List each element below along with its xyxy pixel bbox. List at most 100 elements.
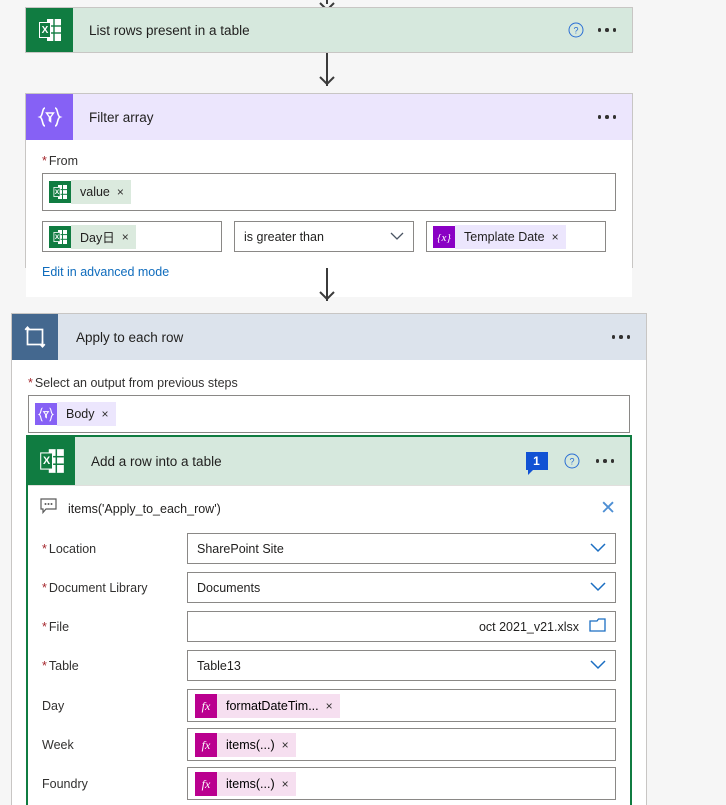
svg-text:?: ? [569, 457, 574, 467]
more-menu-icon[interactable] [611, 335, 630, 339]
required-asterisk: * [42, 541, 47, 556]
filter-array-icon [26, 94, 73, 140]
more-menu-icon[interactable] [597, 115, 616, 119]
condition-row: X Day日 × is greater than {x} Template Da… [42, 221, 616, 252]
card-header[interactable]: Filter array [26, 94, 632, 140]
token-remove-icon[interactable]: × [122, 230, 129, 244]
help-icon[interactable]: ? [568, 22, 584, 38]
function-icon: fx [195, 771, 217, 796]
function-icon: fx [195, 732, 217, 757]
token-body: Body × [57, 402, 116, 426]
param-control: fx formatDateTim... × [187, 689, 616, 722]
foundry-input[interactable]: fx items(...) × [187, 767, 616, 800]
svg-text:{x}: {x} [437, 232, 451, 244]
location-dropdown[interactable]: SharePoint Site [187, 533, 616, 564]
step-card-list-rows[interactable]: X List rows present in a table ? [25, 7, 633, 53]
required-asterisk: * [42, 580, 47, 595]
token-label: value [80, 185, 110, 199]
required-asterisk: * [42, 154, 47, 168]
table-value: Table13 [197, 658, 241, 673]
comment-icon [40, 498, 57, 519]
svg-text:fx: fx [202, 738, 211, 752]
chevron-down-icon [390, 230, 404, 244]
token-body: items(...) × [217, 771, 296, 796]
connector-arrow-2 [319, 291, 335, 301]
token-format-datetime[interactable]: fx formatDateTim... × [195, 693, 340, 718]
token-label: formatDateTim... [226, 698, 319, 713]
card-title: List rows present in a table [89, 22, 250, 38]
close-icon[interactable]: ✕ [600, 499, 616, 518]
loop-icon [12, 314, 58, 360]
comment-count-badge[interactable]: 1 [525, 452, 548, 475]
table-dropdown[interactable]: Table13 [187, 650, 616, 681]
condition-right-input[interactable]: {x} Template Date × [426, 221, 606, 252]
token-remove-icon[interactable]: × [117, 185, 124, 199]
more-menu-icon[interactable] [595, 459, 614, 463]
card-header[interactable]: X List rows present in a table ? [26, 8, 632, 52]
excel-icon: X [28, 437, 75, 485]
excel-icon: X [49, 225, 71, 248]
token-remove-icon[interactable]: × [102, 407, 109, 421]
svg-text:X: X [54, 234, 59, 241]
token-remove-icon[interactable]: × [282, 738, 289, 752]
svg-text:X: X [43, 455, 51, 467]
token-items-week[interactable]: fx items(...) × [195, 732, 296, 757]
expression-icon: {x} [433, 225, 455, 248]
chevron-down-icon [590, 581, 606, 595]
param-day: Day fx formatDateTim... × [42, 689, 616, 722]
step-card-add-row-into-table[interactable]: X Add a row into a table 1 ? items('Appl… [26, 435, 632, 805]
from-input[interactable]: X value × [42, 173, 616, 211]
document-library-value: Documents [197, 580, 261, 595]
filter-array-icon [35, 403, 57, 425]
card-header[interactable]: Apply to each row [12, 314, 646, 360]
condition-operator-dropdown[interactable]: is greater than [234, 221, 414, 252]
token-value[interactable]: X value × [49, 180, 131, 204]
param-control: SharePoint Site [187, 533, 616, 564]
step-card-filter-array[interactable]: Filter array * From X value × X Day日 × i… [25, 93, 633, 297]
week-input[interactable]: fx items(...) × [187, 728, 616, 761]
card-header[interactable]: X Add a row into a table 1 ? [28, 437, 630, 485]
token-label: items(...) [226, 776, 275, 791]
token-remove-icon[interactable]: × [326, 699, 333, 713]
parameters-list: * Location SharePoint Site * Document Libr… [28, 531, 630, 805]
folder-icon[interactable] [589, 617, 607, 636]
day-input[interactable]: fx formatDateTim... × [187, 689, 616, 722]
comment-row: items('Apply_to_each_row') ✕ [28, 485, 630, 531]
token-label: items(...) [226, 737, 275, 752]
comment-text: items('Apply_to_each_row') [68, 501, 221, 516]
card-title: Filter array [89, 109, 154, 125]
token-template-date[interactable]: {x} Template Date × [433, 224, 566, 249]
svg-text:X: X [54, 189, 59, 196]
more-menu-icon[interactable] [597, 28, 616, 32]
card-body: * Select an output from previous steps Bo… [12, 360, 646, 433]
token-label: Day日 [80, 231, 115, 245]
param-label: Day [42, 698, 65, 713]
edit-advanced-mode-link[interactable]: Edit in advanced mode [42, 265, 169, 279]
condition-left-input[interactable]: X Day日 × [42, 221, 222, 252]
param-label: Foundry [42, 776, 88, 791]
help-icon[interactable]: ? [564, 453, 580, 469]
flow-designer-canvas: X List rows present in a table ? Filter … [0, 0, 726, 805]
token-remove-icon[interactable]: × [552, 230, 559, 244]
output-input[interactable]: Body × [28, 395, 630, 433]
svg-text:fx: fx [202, 777, 211, 791]
param-file: * File oct 2021_v21.xlsx [42, 611, 616, 642]
token-body-output[interactable]: Body × [35, 402, 116, 426]
svg-text:X: X [41, 25, 48, 36]
token-body: formatDateTim... × [217, 693, 340, 718]
param-label: * Table [42, 658, 79, 673]
file-input[interactable]: oct 2021_v21.xlsx [187, 611, 616, 642]
document-library-dropdown[interactable]: Documents [187, 572, 616, 603]
param-foundry: Foundry fx items(...) × [42, 767, 616, 800]
token-body: Day日 × [71, 224, 136, 249]
token-day[interactable]: X Day日 × [49, 224, 136, 249]
token-label: Template Date [464, 229, 545, 244]
svg-text:fx: fx [202, 699, 211, 713]
token-items-foundry[interactable]: fx items(...) × [195, 771, 296, 796]
token-remove-icon[interactable]: × [282, 777, 289, 791]
token-body: value × [71, 180, 131, 204]
required-asterisk: * [28, 376, 33, 390]
operator-value: is greater than [244, 229, 324, 244]
param-control: fx items(...) × [187, 767, 616, 800]
card-title: Add a row into a table [91, 453, 222, 469]
